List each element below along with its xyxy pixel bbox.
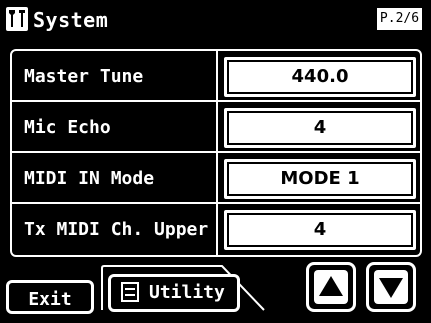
title-bar: System P.2/6	[0, 0, 431, 40]
param-row: Master Tune 440.0	[12, 51, 420, 102]
param-label: MIDI IN Mode	[24, 168, 155, 189]
param-row: MIDI IN Mode MODE 1	[12, 153, 420, 204]
parameter-table: Master Tune 440.0 Mic Echo 4 MIDI IN Mod…	[10, 49, 422, 257]
param-value-button[interactable]: 440.0	[224, 57, 416, 97]
page-title: System	[33, 8, 109, 32]
param-value-button[interactable]: MODE 1	[224, 159, 416, 199]
up-arrow-icon	[314, 270, 348, 304]
page-indicator: P.2/6	[376, 7, 423, 31]
param-label: Mic Echo	[24, 117, 111, 138]
utility-icon	[121, 282, 139, 302]
bottom-bar: Exit Utility	[0, 258, 431, 323]
tools-icon	[6, 7, 28, 31]
column-divider	[216, 51, 218, 102]
column-divider	[216, 204, 218, 255]
down-arrow-icon	[374, 270, 408, 304]
utility-button[interactable]: Utility	[108, 274, 240, 312]
param-row: Mic Echo 4	[12, 102, 420, 153]
page-up-button[interactable]	[306, 262, 356, 312]
param-value-button[interactable]: 4	[224, 210, 416, 250]
utility-label: Utility	[149, 282, 225, 303]
column-divider	[216, 153, 218, 204]
lcd-screen: System P.2/6 Master Tune 440.0 Mic Echo …	[0, 0, 431, 323]
column-divider	[216, 102, 218, 153]
param-row: Tx MIDI Ch. Upper 4	[12, 204, 420, 255]
exit-button[interactable]: Exit	[6, 280, 94, 314]
param-label: Master Tune	[24, 66, 144, 87]
page-down-button[interactable]	[366, 262, 416, 312]
param-label: Tx MIDI Ch. Upper	[24, 219, 209, 240]
param-value-button[interactable]: 4	[224, 108, 416, 148]
